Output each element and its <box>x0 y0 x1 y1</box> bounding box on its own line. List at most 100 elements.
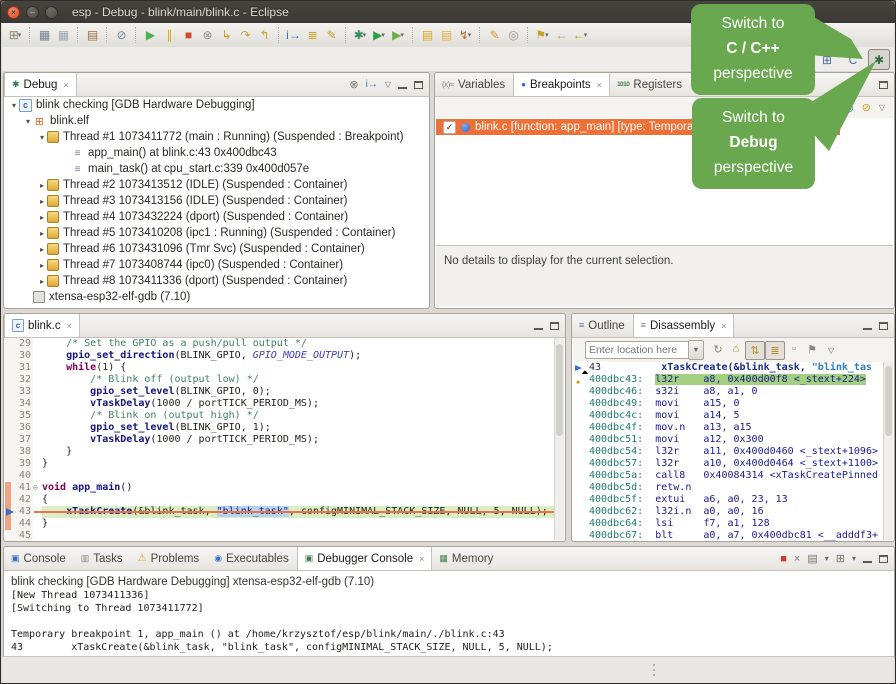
step-into-icon[interactable]: ↳▾ <box>218 27 235 44</box>
fold-marker-icon[interactable] <box>33 446 42 458</box>
location-dropdown-icon[interactable]: ▼ <box>689 340 704 360</box>
debug-tree[interactable]: ▾cblink checking [GDB Hardware Debugging… <box>5 97 428 307</box>
toolbar-separator[interactable]: ▾ <box>135 27 137 43</box>
fold-marker-icon[interactable] <box>33 458 42 470</box>
new-wizard-icon[interactable]: ⊞▾ <box>7 27 24 44</box>
tab-close-icon[interactable]: × <box>419 554 424 564</box>
tab-close-icon[interactable]: × <box>721 321 726 331</box>
toolbar-separator[interactable]: ▾ <box>479 27 481 43</box>
fold-marker-icon[interactable] <box>33 338 42 350</box>
tab-debug[interactable]: ✱ Debug × <box>4 73 77 96</box>
debug-icon[interactable]: ✱▾ <box>352 27 369 44</box>
view-tab[interactable]: ▥ Tasks × <box>74 547 131 570</box>
fold-marker-icon[interactable]: ⊖ <box>33 482 42 494</box>
debug-tree-row[interactable]: ▸Thread #7 1073408744 (ipc0) (Suspended … <box>5 257 428 273</box>
minimize-icon[interactable] <box>534 321 543 330</box>
remove-launch-icon[interactable]: × <box>794 553 800 565</box>
step-filters-icon[interactable]: ≣▾ <box>304 27 321 44</box>
dropdown-arrow-icon[interactable]: ▾ <box>545 31 549 39</box>
fold-marker-icon[interactable] <box>33 374 42 386</box>
save-icon[interactable]: ▦▾ <box>36 27 53 44</box>
tree-expander-icon[interactable]: ▸ <box>37 245 47 254</box>
build-icon[interactable]: ▤▾ <box>84 27 101 44</box>
step-return-icon[interactable]: ↰▾ <box>256 27 273 44</box>
tree-expander-icon[interactable]: ▾ <box>9 101 19 110</box>
resume-icon[interactable]: ▶▾ <box>142 27 159 44</box>
tab-close-icon[interactable]: × <box>67 321 72 331</box>
tree-expander-icon[interactable]: ▸ <box>37 213 47 222</box>
tree-expander-icon[interactable]: ▸ <box>37 197 47 206</box>
dropdown-arrow-icon[interactable]: ▾ <box>400 31 404 39</box>
minimize-icon[interactable] <box>863 554 872 563</box>
toolbar-separator[interactable]: ▾ <box>278 27 280 43</box>
dropdown-arrow-icon[interactable]: ▾ <box>468 31 472 39</box>
toolbar-separator[interactable]: ▾ <box>412 27 414 43</box>
view-tab[interactable]: ▦ Memory × <box>432 547 501 570</box>
disconnect-icon[interactable]: ⊗▾ <box>199 27 216 44</box>
skip-all-breakpoints-icon[interactable]: ⊘ <box>862 101 871 114</box>
open-console-icon[interactable]: ⊞ <box>836 552 845 565</box>
toolbar-separator[interactable]: ▾ <box>345 27 347 43</box>
dropdown-arrow-icon[interactable]: ▾ <box>584 31 588 39</box>
last-edit-icon[interactable]: ✎▾ <box>486 27 503 44</box>
debug-perspective-icon[interactable]: ✱ <box>868 49 890 70</box>
fold-marker-icon[interactable] <box>33 398 42 410</box>
debug-tree-row[interactable]: ▸Thread #8 1073411336 (dport) (Suspended… <box>5 273 428 289</box>
view-tab[interactable]: ≡ Disassembly × <box>633 314 735 337</box>
forward-icon[interactable]: ←▾ <box>572 27 589 44</box>
toolbar-separator[interactable]: ▾ <box>527 27 529 43</box>
skip-all-breakpoints-icon[interactable]: ⊘▾ <box>113 27 130 44</box>
location-input[interactable] <box>585 341 689 359</box>
run-icon[interactable]: ▶▾ <box>371 27 388 44</box>
open-project-folder-icon[interactable]: ▤▾ <box>419 27 436 44</box>
show-source-icon[interactable]: ≣ <box>765 341 785 360</box>
view-tab[interactable]: ▣ Debugger Console × <box>297 547 433 570</box>
suspend-icon[interactable]: ∥▾ <box>161 27 178 44</box>
fold-marker-icon[interactable] <box>33 410 42 422</box>
view-tab[interactable]: ▣ Console × <box>4 547 74 570</box>
flash-icon[interactable]: ↯▾ <box>457 27 474 44</box>
window-minimize-button[interactable]: – <box>26 6 39 19</box>
minimize-icon[interactable] <box>863 321 872 330</box>
save-all-icon[interactable]: ▦▾ <box>55 27 72 44</box>
view-tab[interactable]: 1010 Registers × <box>610 73 690 96</box>
editor-scrollbar[interactable] <box>554 338 564 540</box>
maximize-icon[interactable] <box>879 555 888 563</box>
home-icon[interactable]: ⌂ <box>727 341 745 358</box>
refresh-icon[interactable]: ↻ <box>709 341 727 358</box>
window-close-button[interactable]: × <box>7 6 20 19</box>
debugger-console-output[interactable]: blink checking [GDB Hardware Debugging] … <box>5 571 893 657</box>
view-tab[interactable]: ◉ Executables × <box>207 547 297 570</box>
fold-marker-icon[interactable] <box>33 506 42 518</box>
fold-marker-icon[interactable] <box>33 494 42 506</box>
c-cpp-perspective-icon[interactable]: C <box>842 49 864 70</box>
view-menu-icon[interactable]: ▽ <box>828 346 834 355</box>
disassembly-scrollbar[interactable] <box>883 362 893 540</box>
tab-close-icon[interactable]: × <box>63 80 68 90</box>
maximize-icon[interactable] <box>879 322 888 330</box>
view-menu-icon[interactable]: ▽ <box>385 80 391 89</box>
instruction-stepping-mode-icon[interactable]: i→ <box>366 79 378 90</box>
tab-close-icon[interactable]: × <box>597 80 602 90</box>
view-tab[interactable]: ≡ Outline × <box>572 314 633 337</box>
show-supported-breakpoints-icon[interactable]: ◉ <box>844 101 854 114</box>
tree-expander-icon[interactable]: ▸ <box>37 277 47 286</box>
dropdown-arrow-icon[interactable]: ▾ <box>363 31 367 39</box>
fold-marker-icon[interactable] <box>33 362 42 374</box>
fold-marker-icon[interactable] <box>33 422 42 434</box>
minimize-icon[interactable] <box>398 80 407 89</box>
debug-tree-row[interactable]: ≡main_task() at cpu_start.c:339 0x400d05… <box>5 161 428 177</box>
window-maximize-button[interactable] <box>45 6 58 19</box>
fold-marker-icon[interactable] <box>33 470 42 482</box>
toolbar-separator[interactable]: ▾ <box>77 27 79 43</box>
debug-tree-row[interactable]: ▾cblink checking [GDB Hardware Debugging… <box>5 97 428 113</box>
dropdown-arrow-icon[interactable]: ▾ <box>825 554 829 563</box>
step-over-icon[interactable]: ↷▾ <box>237 27 254 44</box>
code-editor[interactable]: 29 /* Set the GPIO as a push/pull output… <box>5 338 564 540</box>
tree-expander-icon[interactable]: ▾ <box>23 117 33 126</box>
sync-context-icon[interactable]: ⇅ <box>745 341 765 360</box>
display-selected-console-icon[interactable]: ▤ <box>807 552 817 565</box>
debug-tree-row[interactable]: ▸Thread #6 1073431096 (Tmr Svc) (Suspend… <box>5 241 428 257</box>
debug-tree-row[interactable]: ▾⊞blink.elf <box>5 113 428 129</box>
debug-tree-row[interactable]: ▸Thread #4 1073432224 (dport) (Suspended… <box>5 209 428 225</box>
